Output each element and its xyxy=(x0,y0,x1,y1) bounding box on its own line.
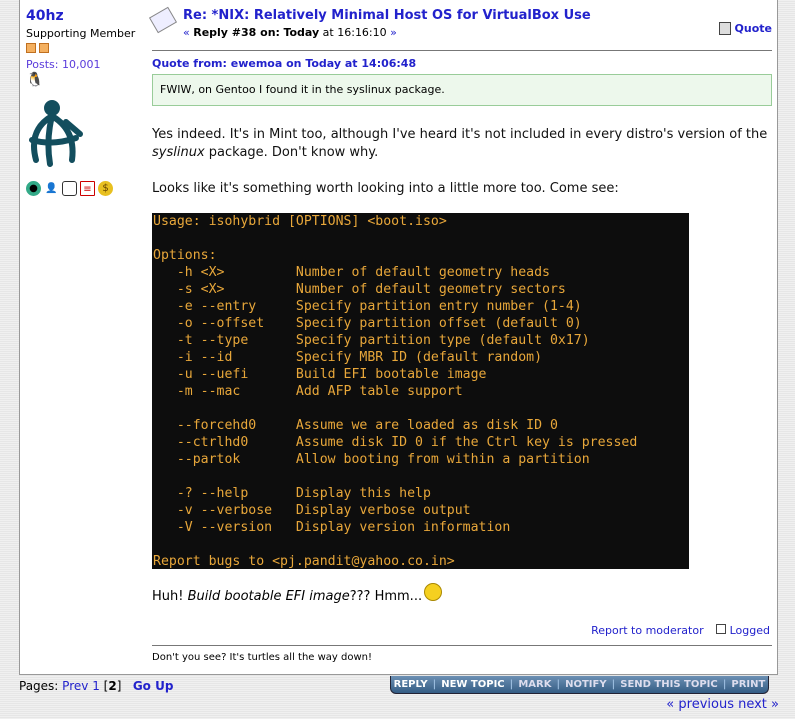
quote-label: Quote xyxy=(734,22,772,35)
paragraph: Yes indeed. It's in Mint too, although I… xyxy=(152,126,772,162)
post-count: Posts: 10,001 xyxy=(26,58,101,71)
username-link[interactable]: 40hz xyxy=(26,8,146,24)
reply-label: Reply #38 on: xyxy=(193,26,280,39)
tux-icon: 🐧 xyxy=(26,72,44,88)
avatar xyxy=(26,100,146,171)
signature: Don't you see? It's turtles all the way … xyxy=(152,645,772,663)
quote-header[interactable]: Quote from: ewemoa on Today at 14:06:48 xyxy=(152,57,772,70)
rank-stars xyxy=(26,40,146,56)
reply-button[interactable]: REPLY xyxy=(394,679,428,690)
report-link[interactable]: Report to moderator xyxy=(591,624,704,637)
post-icon xyxy=(148,6,178,34)
page-1-link[interactable]: 1 xyxy=(92,679,100,693)
paragraph: Huh! Build bootable EFI image??? Hmm... xyxy=(152,582,772,604)
pages-label: Pages: xyxy=(19,679,63,693)
next-topic-link[interactable]: next » xyxy=(738,697,779,712)
text-em: syslinux xyxy=(152,145,205,160)
quote-button[interactable]: Quote xyxy=(718,22,772,35)
reply-prefix: « xyxy=(183,26,194,39)
reply-time: at 16:16:10 xyxy=(319,26,391,39)
print-button[interactable]: PRINT xyxy=(731,679,765,690)
post-footer: Report to moderator Logged Don't you see?… xyxy=(152,624,772,663)
post-header: Re: *NIX: Relatively Minimal Host OS for… xyxy=(148,6,772,51)
donate-icon[interactable]: $ xyxy=(98,181,113,196)
mark-button[interactable]: MARK xyxy=(518,679,551,690)
text: Yes indeed. It's in Mint too, although I… xyxy=(152,127,768,142)
website-icon[interactable]: ● xyxy=(26,181,41,196)
terminal-screenshot: Usage: isohybrid [OPTIONS] <boot.iso> Op… xyxy=(152,213,689,569)
go-up-link[interactable]: Go Up xyxy=(133,679,174,693)
notify-button[interactable]: NOTIFY xyxy=(565,679,606,690)
paragraph: Looks like it's something worth looking … xyxy=(152,181,619,196)
star-icon xyxy=(26,43,36,53)
new-topic-button[interactable]: NEW TOPIC xyxy=(441,679,504,690)
text: package. Don't know why. xyxy=(204,145,379,160)
topic-actions: REPLY | NEW TOPIC | MARK | NOTIFY | SEND THI… xyxy=(390,676,769,694)
text: ??? Hmm... xyxy=(349,589,423,604)
topic-nav: « previous next » xyxy=(666,697,779,712)
send-topic-button[interactable]: SEND THIS TOPIC xyxy=(620,679,718,690)
reply-suffix: » xyxy=(390,26,397,39)
text: Huh! xyxy=(152,589,184,604)
logged-status: Logged xyxy=(715,624,770,637)
pagination: Pages: Prev 1 [2] Go Up xyxy=(19,679,174,693)
post-content: Re: *NIX: Relatively Minimal Host OS for… xyxy=(148,6,772,604)
cool-smiley-icon xyxy=(424,582,443,601)
star-icon xyxy=(39,43,49,53)
logged-label: Logged xyxy=(729,624,770,637)
document-icon[interactable]: ≡ xyxy=(80,181,95,196)
user-sidebar: 40hz Supporting Member Posts: 10,001 🐧 ●… xyxy=(26,8,146,196)
quote-icon xyxy=(718,22,731,35)
prev-page-link[interactable]: Prev xyxy=(62,679,88,693)
quote-body: FWIW, on Gentoo I found it in the syslin… xyxy=(152,74,772,106)
reply-info: « Reply #38 on: Today at 16:16:10 » xyxy=(183,26,591,39)
post: 40hz Supporting Member Posts: 10,001 🐧 ●… xyxy=(19,0,778,675)
profile-icon[interactable]: 👤 xyxy=(44,181,59,196)
previous-topic-link[interactable]: « previous xyxy=(666,697,734,712)
member-group: Supporting Member xyxy=(26,27,136,40)
post-title[interactable]: Re: *NIX: Relatively Minimal Host OS for… xyxy=(183,8,591,23)
post-body: Yes indeed. It's in Mint too, although I… xyxy=(152,126,772,198)
reply-day: Today xyxy=(283,26,320,39)
profile-icons: ● 👤 ≡ $ xyxy=(26,181,146,196)
message-icon[interactable] xyxy=(62,181,77,196)
ip-icon xyxy=(715,624,726,634)
text-em: Build bootable EFI image xyxy=(187,589,350,604)
current-page: 2 xyxy=(108,679,117,693)
